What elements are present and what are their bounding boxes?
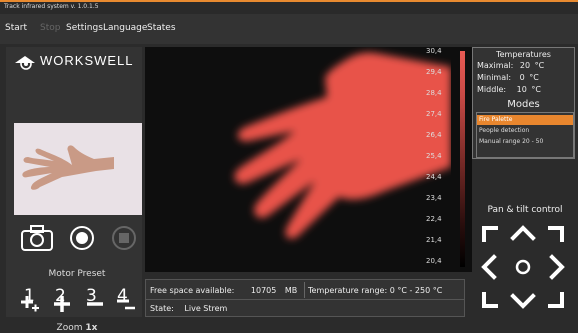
scale-label: 28,4 [426,89,442,97]
workswell-logo: WORKSWELL [14,52,142,70]
mode-manual-range[interactable]: Manual range 20 - 50 [477,137,573,147]
camera-preview [14,123,142,215]
state-value: Live Strem [184,304,228,313]
modes-list: Fire Palette People detection Manual ran… [476,112,574,158]
menu-stop: Stop [40,23,61,33]
pan-tilt-title: Pan & tilt control [472,205,578,215]
temperature-range: Temperature range: 0 °C - 250 °C [308,286,443,295]
zoom-label: Zoom [56,323,83,333]
temp-unit: °C [531,85,541,94]
menu-bar: Start Stop Settings Language States [0,14,578,44]
temp-unit: °C [534,61,545,70]
free-space-value: 10705 [250,286,277,295]
scale-label: 29,4 [426,68,442,76]
temp-minimal-row: Minimal: 0 °C [477,73,539,82]
temperatures-box: Temperatures Maximal: 20 °C Minimal: 0 °… [472,47,575,159]
pan-down-right-icon[interactable] [548,292,564,308]
free-space-label: Free space available: [150,286,235,295]
scale-label: 27,4 [426,110,442,118]
pan-control-label: control [531,205,563,215]
title-bar: Track infrared system v. 1.0.1.5 [0,0,578,14]
temp-minimal-value: 0 [519,73,525,82]
scale-label: 20,4 [426,257,442,265]
scale-label: 21,4 [426,236,442,244]
temp-middle-label: Middle: [477,85,507,94]
pan-down-left-icon[interactable] [482,292,498,308]
record-icon[interactable] [68,224,96,252]
menu-start[interactable]: Start [5,23,27,33]
temp-maximal-value: 20 [519,61,531,70]
temp-maximal-label: Maximal: [477,61,514,70]
status-info-bar: Free space available: 10705 MB Temperatu… [145,279,465,317]
right-panel: Temperatures Maximal: 20 °C Minimal: 0 °… [472,47,578,317]
info-row-divider [146,299,464,300]
camera-controls [14,222,142,254]
zoom-out-icon[interactable] [85,294,105,314]
scale-label: 25,4 [426,152,442,160]
mode-people-detection[interactable]: People detection [477,126,573,136]
scale-label: 22,4 [426,215,442,223]
temp-maximal-row: Maximal: 20 °C [477,61,544,70]
free-space-row: Free space available: 10705 MB [150,286,297,295]
pan-home-icon[interactable] [515,259,531,275]
temp-unit: °C [529,73,539,82]
workswell-logo-icon [15,56,35,70]
menu-states[interactable]: States [147,23,176,33]
mode-fire-palette[interactable]: Fire Palette [477,115,573,125]
logo-text: WORKSWELL [40,53,134,68]
temp-minimal-label: Minimal: [477,73,512,82]
pan-up-left-icon[interactable] [482,226,498,242]
pan-right-icon[interactable] [549,254,565,280]
scale-label: 24,4 [426,173,442,181]
zoom-in-fast-icon[interactable] [20,294,40,314]
motor-preset-title: Motor Preset [48,269,106,279]
free-space-unit: MB [284,286,298,295]
stop-record-icon [112,226,136,250]
zoom-title: Zoom 1x [6,323,148,333]
modes-title: Modes [507,99,540,110]
pan-left-icon[interactable] [481,254,497,280]
pan-tilt-pad [481,225,565,309]
state-row: State: Live Strem [150,304,227,313]
temperatures-title: Temperatures [496,50,551,59]
left-panel: WORKSWELL Motor Preset 1 2 3 4 Zoom 1x [6,47,142,333]
window-title: Track infrared system v. 1.0.1.5 [4,3,99,10]
scale-label: 26,4 [426,131,442,139]
temp-middle-row: Middle: 10 °C [477,85,541,94]
thermal-image [145,47,451,272]
temp-middle-value: 10 [516,85,527,94]
state-label: State: [150,304,174,313]
pan-up-icon[interactable] [510,225,536,241]
menu-language[interactable]: Language [103,23,147,33]
scale-label: 30,4 [426,47,442,55]
menu-settings[interactable]: Settings [66,23,103,33]
pan-tilt-label: Pan & tilt [487,205,529,215]
zoom-value: 1x [85,323,98,333]
pan-up-right-icon[interactable] [548,226,564,242]
snapshot-camera-icon[interactable] [20,224,54,252]
info-divider [304,282,305,298]
scale-label: 23,4 [426,194,442,202]
scale-gradient [460,51,465,267]
zoom-out-fast-icon[interactable] [116,294,136,314]
pan-down-icon[interactable] [510,293,536,309]
zoom-in-icon[interactable] [52,294,72,314]
